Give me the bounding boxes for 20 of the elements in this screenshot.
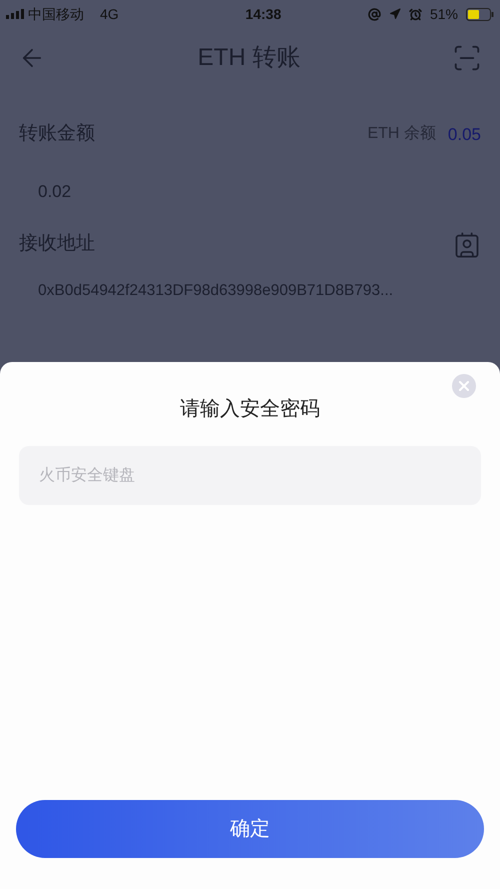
address-value[interactable]: 0xB0d54942f24313DF98d63998e909B71D8B793... [38, 282, 394, 298]
close-icon [456, 378, 472, 394]
signal-icon [6, 9, 24, 19]
dialog-title: 请输入安全密码 [180, 397, 320, 422]
alarm-icon [408, 8, 422, 20]
amount-label: 转账金额 [19, 122, 95, 146]
battery-percent: 51% [430, 4, 458, 24]
balance-value: 0.05 [448, 124, 481, 146]
password-field[interactable]: 火币安全键盘 [19, 446, 481, 505]
confirm-button[interactable]: 确定 [16, 800, 484, 858]
amount-value[interactable]: 0.02 [38, 182, 72, 200]
carrier-name: 中国移动 [28, 4, 84, 24]
battery-icon [466, 8, 494, 20]
clock-time: 14:38 [245, 4, 282, 24]
close-button[interactable] [452, 374, 476, 398]
contacts-button[interactable] [453, 230, 481, 258]
network-type: 4G [100, 4, 119, 24]
page-title: ETH 转账 [198, 43, 300, 73]
address-label: 接收地址 [19, 232, 95, 256]
location-icon [388, 8, 401, 20]
